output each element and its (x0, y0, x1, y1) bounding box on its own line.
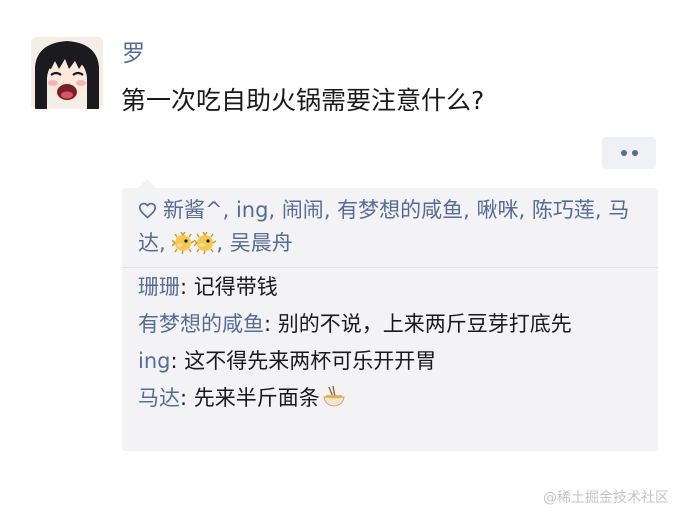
like-name[interactable]: 新酱^ (163, 198, 223, 222)
puffer-fish-icon (193, 231, 217, 255)
like-separator: , (268, 198, 282, 222)
like-separator: , (216, 231, 230, 255)
heart-outline-icon (138, 197, 157, 228)
comment-colon: : (180, 275, 194, 299)
like-separator: , (323, 198, 338, 222)
like-separator: , (518, 198, 532, 222)
like-separator: , (222, 198, 236, 222)
comment-item[interactable]: ing: 这不得先来两杯可乐开开胃 (138, 346, 642, 377)
watermark: @稀土掘金技术社区 (543, 490, 669, 506)
like-name[interactable]: 陈巧莲 (532, 198, 595, 222)
more-dot-icon (631, 150, 638, 156)
comment-author[interactable]: 马达 (138, 386, 180, 410)
like-name[interactable]: 有梦想的咸鱼 (337, 198, 463, 222)
comment-colon: : (170, 349, 185, 373)
avatar[interactable] (31, 37, 103, 109)
like-name[interactable]: ing (236, 198, 268, 222)
likes-comments-panel: 新酱^, ing, 闹闹, 有梦想的咸鱼, 啾咪, 陈巧莲, 马达, , 吴晨舟… (122, 179, 658, 451)
comment-author[interactable]: 有梦想的咸鱼 (138, 312, 264, 336)
likes-list: 新酱^, ing, 闹闹, 有梦想的咸鱼, 啾咪, 陈巧莲, 马达, , 吴晨舟 (122, 188, 658, 268)
avatar-image (31, 37, 103, 109)
like-separator: , (594, 198, 609, 222)
comment-colon: : (180, 386, 194, 410)
comment-author[interactable]: 珊珊 (138, 275, 180, 299)
comment-colon: : (264, 312, 278, 336)
comment-text: 记得带钱 (193, 275, 278, 299)
comment-author[interactable]: ing (138, 349, 170, 373)
like-name-puffer-fish[interactable] (171, 231, 217, 255)
comments-list: 珊珊: 记得带钱 有梦想的咸鱼: 别的不说，上来两斤豆芽打底先 ing: 这不得… (122, 268, 658, 414)
comment-item[interactable]: 珊珊: 记得带钱 (138, 272, 642, 303)
comment-text: 这不得先来两杯可乐开开胃 (184, 349, 437, 373)
comment-item[interactable]: 马达: 先来半斤面条 (138, 383, 642, 414)
like-name[interactable]: 闹闹 (282, 198, 324, 222)
noodle-bowl-icon (322, 385, 346, 409)
like-separator: , (159, 231, 173, 255)
like-name[interactable]: 啾咪 (477, 198, 519, 222)
comment-text: 先来半斤面条 (193, 386, 320, 410)
more-dot-icon (620, 150, 627, 156)
like-separator: , (463, 198, 477, 222)
comment-text: 别的不说，上来两斤豆芽打底先 (277, 312, 572, 336)
post-text: 第一次吃自助火锅需要注意什么? (121, 86, 485, 115)
more-actions-button[interactable] (602, 137, 656, 169)
like-name[interactable]: 吴晨舟 (230, 231, 293, 255)
puffer-fish-icon (171, 231, 195, 255)
comment-item[interactable]: 有梦想的咸鱼: 别的不说，上来两斤豆芽打底先 (138, 309, 642, 340)
post-username[interactable]: 罗 (122, 38, 145, 70)
